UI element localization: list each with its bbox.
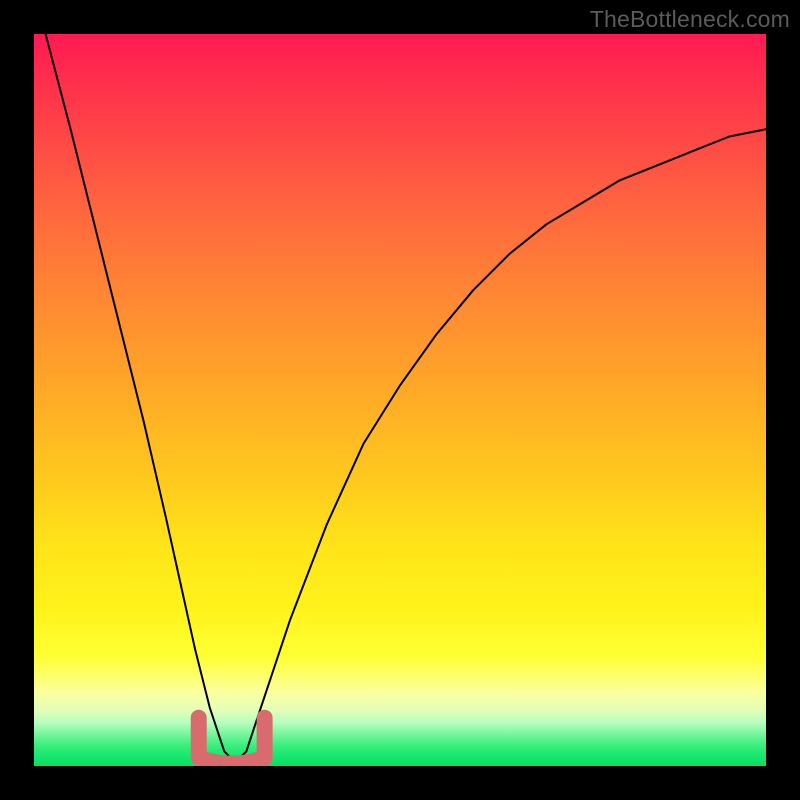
plot-area	[34, 34, 766, 766]
watermark-text: TheBottleneck.com	[590, 6, 790, 33]
bottleneck-curve	[34, 34, 766, 759]
chart-frame: TheBottleneck.com	[0, 0, 800, 800]
curve-layer	[34, 34, 766, 766]
